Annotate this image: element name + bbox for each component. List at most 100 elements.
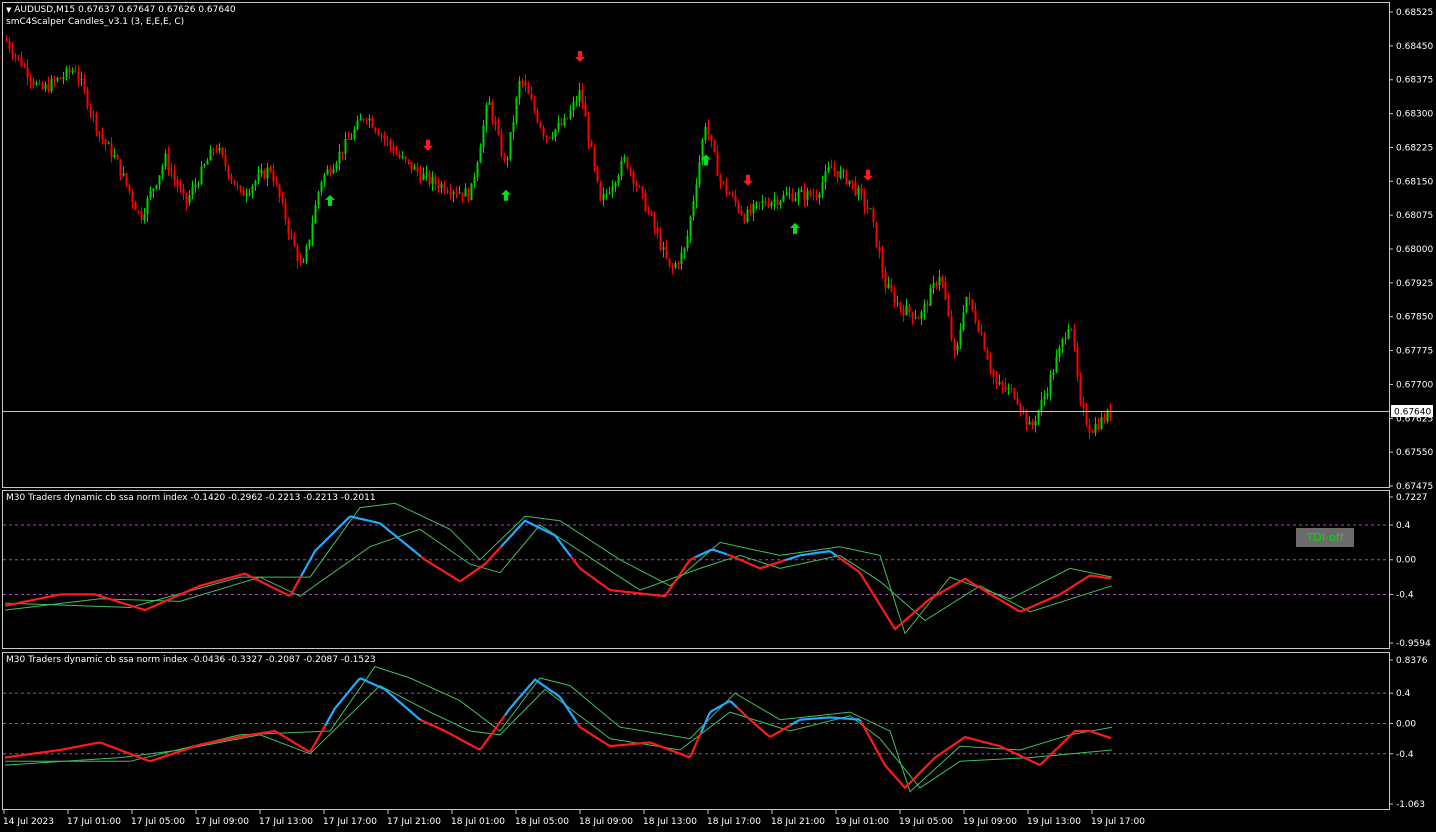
candle-body (1055, 356, 1058, 373)
candle-body (1010, 387, 1013, 389)
candle-body (287, 220, 290, 234)
candle-body (380, 135, 383, 137)
candle-body (542, 127, 545, 136)
candle-body (194, 185, 197, 187)
candle-body (977, 322, 980, 332)
candle-body (128, 184, 131, 192)
candle-body (449, 192, 452, 195)
candle-body (362, 119, 365, 121)
candle-body (86, 89, 89, 107)
candle-body (491, 101, 494, 121)
candle-body (74, 70, 77, 72)
candle-body (692, 201, 695, 217)
fast-line-down (420, 545, 502, 582)
candle-body (404, 156, 407, 160)
candle-body (308, 239, 311, 247)
candle-body (992, 370, 995, 378)
candle-body (566, 118, 569, 120)
price-tick-label: 0.68300 (1396, 110, 1433, 120)
candle-body (71, 70, 74, 73)
candle-body (113, 155, 116, 158)
candle-body (1052, 372, 1055, 375)
up-arrow-icon (790, 222, 800, 234)
candle-body (1058, 347, 1061, 357)
candle-body (1097, 424, 1100, 430)
candle-body (290, 233, 293, 236)
candle-body (446, 191, 449, 193)
tdi-off-button[interactable]: TDI-off (1296, 528, 1354, 547)
fast-line-up (784, 550, 838, 562)
candle-body (1082, 401, 1085, 409)
candle-body (557, 123, 560, 130)
candles-layer (5, 35, 1112, 439)
candle-body (995, 377, 998, 384)
candle-body (518, 80, 521, 99)
candle-body (125, 173, 128, 185)
candle-body (980, 331, 983, 334)
candle-body (728, 192, 731, 195)
collapse-triangle-icon[interactable]: ▼ (6, 6, 11, 14)
up-arrow-icon (325, 194, 335, 206)
signal-line-inner (4, 684, 1113, 789)
candle-body (539, 121, 542, 128)
candle-body (986, 349, 989, 360)
candle-body (905, 305, 908, 316)
candle-body (341, 151, 344, 154)
candle-body (233, 180, 236, 186)
fast-line-up (694, 548, 728, 559)
candle-body (620, 160, 623, 177)
candle-body (230, 176, 233, 181)
candle-body (824, 171, 827, 183)
candle-body (851, 180, 854, 182)
candle-body (272, 170, 275, 183)
candle-body (365, 119, 368, 121)
candle-body (650, 211, 653, 215)
candle-body (326, 169, 329, 175)
main-chart-frame (2, 2, 1390, 488)
candle-body (677, 263, 680, 265)
candle-body (1004, 385, 1007, 390)
price-tick-label: 0.68075 (1396, 211, 1433, 221)
candle-body (284, 202, 287, 221)
time-label: 18 Jul 01:00 (451, 817, 505, 827)
candle-body (206, 160, 209, 165)
time-label: 18 Jul 05:00 (515, 817, 569, 827)
candle-body (1073, 329, 1076, 347)
candle-body (77, 71, 80, 80)
candle-body (626, 157, 629, 169)
symbol-header[interactable]: ▼ AUDUSD,M15 0.67637 0.67647 0.67626 0.6… (6, 5, 236, 16)
candle-body (875, 221, 878, 247)
candle-body (137, 210, 140, 212)
fast-line-up (504, 678, 578, 724)
candle-body (881, 252, 884, 273)
candle-body (749, 209, 752, 214)
candle-body (23, 66, 26, 68)
time-axis: 14 Jul 2023 17 Jul 01:00 17 Jul 05:00 17 Ju… (3, 810, 1145, 827)
signal-arrows-layer (325, 51, 873, 234)
candle-body (173, 172, 176, 180)
candle-body (431, 176, 434, 184)
candle-body (203, 164, 206, 167)
candle-body (377, 130, 380, 136)
candle-body (389, 139, 392, 147)
candle-body (956, 344, 959, 351)
candle-body (719, 175, 722, 182)
candle-body (524, 81, 527, 87)
candle-body (746, 209, 749, 222)
candle-body (635, 183, 638, 187)
candle-body (263, 170, 266, 179)
candle-body (596, 166, 599, 182)
candle-body (959, 329, 962, 345)
axis-label: 0.00 (1396, 719, 1416, 729)
candle-body (1025, 410, 1028, 425)
candle-body (767, 204, 770, 207)
chart-canvas[interactable]: 0.68525 0.68450 0.68375 0.68300 0.68225 0.681… (0, 0, 1436, 832)
candle-body (872, 208, 875, 222)
candle-body (209, 149, 212, 161)
candle-body (92, 112, 95, 115)
candle-body (398, 154, 401, 158)
candle-body (806, 190, 809, 200)
candle-body (335, 163, 338, 169)
candle-body (983, 333, 986, 350)
candle-body (89, 106, 92, 113)
